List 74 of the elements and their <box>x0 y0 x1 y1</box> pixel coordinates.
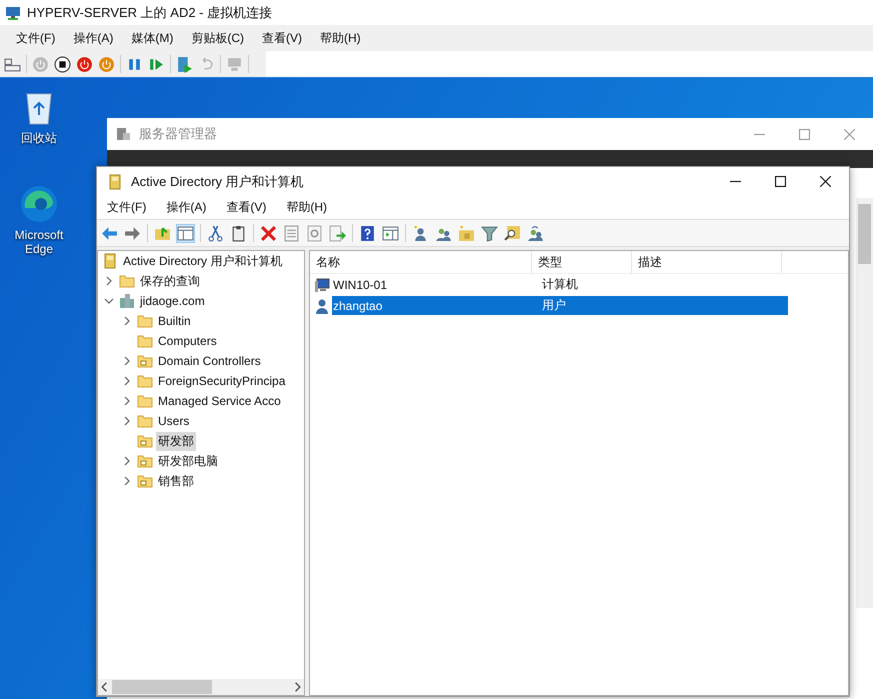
chevron-right-icon[interactable] <box>122 476 132 486</box>
chevron-right-icon[interactable] <box>122 316 132 326</box>
scrollbar[interactable] <box>98 679 304 695</box>
stop-icon[interactable] <box>54 56 71 72</box>
menu-item[interactable]: 操作(A) <box>65 30 122 46</box>
table-cell-text: zhangtao <box>332 298 384 312</box>
window-title: HYPERV-SERVER 上的 AD2 - 虚拟机连接 <box>27 4 272 22</box>
tree-item[interactable]: jidaoge.com <box>138 293 207 309</box>
tree-item[interactable]: ForeignSecurityPrincipa <box>156 373 288 389</box>
table-cell-text: 计算机 <box>541 276 579 293</box>
desktop-icon-label[interactable]: 回收站 <box>6 130 72 147</box>
chevron-right-icon[interactable] <box>122 416 132 426</box>
properties-icon[interactable] <box>283 224 300 242</box>
shutdown-icon[interactable] <box>76 56 93 72</box>
menu-item[interactable]: 帮助(H) <box>280 199 333 216</box>
monitor-icon <box>5 4 21 20</box>
tree-item[interactable]: 销售部 <box>156 472 196 490</box>
search-icon[interactable] <box>504 224 521 242</box>
chevron-right-icon[interactable] <box>122 356 132 366</box>
tree-item[interactable]: 保存的查询 <box>138 272 202 290</box>
users-icon[interactable] <box>527 224 544 242</box>
chevron-down-icon[interactable] <box>104 296 114 306</box>
maximize-icon[interactable] <box>775 176 786 187</box>
browser-icon[interactable] <box>19 184 59 224</box>
refresh-icon[interactable] <box>306 224 323 242</box>
menu-item[interactable]: 剪贴板(C) <box>183 30 252 46</box>
chevron-right-icon[interactable] <box>104 276 114 286</box>
tree-item[interactable]: Managed Service Acco <box>156 393 283 409</box>
menu-item[interactable]: 操作(A) <box>160 199 212 216</box>
menu-item[interactable]: 查看(V) <box>220 199 272 216</box>
back-arrow-icon[interactable] <box>101 224 118 242</box>
chevron-right-icon[interactable] <box>122 456 132 466</box>
ctrl-alt-del-icon[interactable] <box>4 56 21 72</box>
menu-item[interactable]: 文件(F) <box>8 30 64 46</box>
tree-item[interactable]: Builtin <box>156 313 193 329</box>
window-title: Active Directory 用户和计算机 <box>131 172 305 190</box>
export-icon[interactable] <box>329 224 346 242</box>
tree-item[interactable]: Users <box>156 413 192 429</box>
clipboard-icon[interactable] <box>230 224 247 242</box>
table-cell-text: WIN10-01 <box>332 278 388 292</box>
folder-up-icon[interactable] <box>154 224 171 242</box>
forward-arrow-icon[interactable] <box>124 224 141 242</box>
tree-item[interactable]: Domain Controllers <box>156 353 263 369</box>
menu-item[interactable]: 媒体(M) <box>123 30 182 46</box>
column-header[interactable]: 类型 <box>532 251 632 273</box>
book-icon <box>107 174 123 190</box>
tree-item[interactable]: 研发部 <box>156 432 196 450</box>
list-row[interactable]: zhangtao 用户 <box>332 296 788 315</box>
column-header[interactable]: 名称 <box>310 251 532 273</box>
chevron-right-icon[interactable] <box>122 396 132 406</box>
menu-item[interactable]: 文件(F) <box>101 199 152 216</box>
menu-item[interactable]: 查看(V) <box>254 30 310 46</box>
menu-item[interactable]: 帮助(H) <box>312 30 369 46</box>
window-title: 服务器管理器 <box>139 125 218 143</box>
new-user-icon[interactable] <box>412 224 429 242</box>
column-header[interactable]: 描述 <box>632 251 782 273</box>
console-tree-icon[interactable] <box>177 224 194 242</box>
checkpoint-icon[interactable] <box>176 56 193 72</box>
power-icon[interactable] <box>98 56 115 72</box>
cut-icon[interactable] <box>207 224 224 242</box>
table-cell-text: 用户 <box>541 297 567 314</box>
close-icon[interactable] <box>820 176 831 187</box>
server-icon <box>115 126 131 142</box>
list-row[interactable]: WIN10-01 计算机 <box>332 275 788 294</box>
tree-item[interactable]: Computers <box>156 333 219 349</box>
tree-item[interactable]: 研发部电脑 <box>156 452 220 470</box>
action-pane-icon[interactable] <box>382 224 399 242</box>
help-icon[interactable] <box>359 224 376 242</box>
tree-item[interactable]: Active Directory 用户和计算机 <box>121 252 284 270</box>
scrollbar[interactable] <box>856 198 873 608</box>
chevron-right-icon[interactable] <box>122 376 132 386</box>
delete-icon[interactable] <box>260 224 277 242</box>
filter-icon[interactable] <box>481 224 498 242</box>
desktop-icon-label[interactable]: Microsoft Edge <box>6 228 72 256</box>
